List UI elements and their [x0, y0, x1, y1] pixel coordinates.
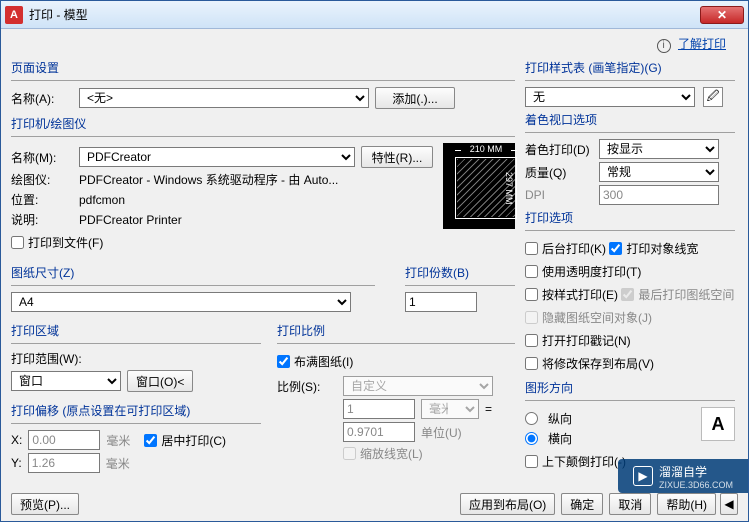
printer-props-button[interactable]: 特性(R)... — [361, 146, 433, 168]
plot-range-label: 打印范围(W): — [11, 350, 261, 367]
plotter-value: PDFCreator - Windows 系统驱动程序 - 由 Auto... — [79, 171, 338, 188]
close-button[interactable]: ✕ — [700, 6, 744, 24]
dpi-input — [599, 185, 719, 205]
where-value: pdfcmon — [79, 193, 125, 207]
offset-y-input — [28, 453, 100, 473]
page-setup-title: 页面设置 — [11, 59, 515, 76]
ok-button[interactable]: 确定 — [561, 493, 603, 515]
shaded-title: 着色视口选项 — [525, 111, 735, 128]
paper-size-select[interactable]: A4 — [11, 292, 351, 312]
paper-preview: 210 MM 297 MM — [443, 143, 515, 229]
copies-title: 打印份数(B) — [405, 264, 515, 281]
printer-name-label: 名称(M): — [11, 149, 73, 166]
add-page-setup-button[interactable]: 添加(.)... — [375, 87, 455, 109]
info-icon: i — [657, 39, 671, 53]
opt-paperspace-last-checkbox — [621, 288, 634, 301]
scale-lineweights-label: 缩放线宽(L) — [360, 445, 423, 462]
style-table-select[interactable]: 无 — [525, 87, 695, 107]
print-dialog: A 打印 - 模型 ✕ i 了解打印 页面设置 名称(A): <无> 添加(.)… — [0, 0, 749, 522]
help-button[interactable]: 帮助(H) — [657, 493, 716, 515]
quality-label: 质量(Q) — [525, 164, 593, 181]
orient-landscape-radio[interactable] — [525, 432, 538, 445]
scale-num-input — [343, 399, 415, 419]
page-name-label: 名称(A): — [11, 90, 73, 107]
opt-styles-checkbox[interactable] — [525, 288, 538, 301]
offset-x-label: X: — [11, 433, 22, 447]
window-title: 打印 - 模型 — [29, 6, 700, 23]
printer-title: 打印机/绘图仪 — [11, 115, 515, 132]
offset-title: 打印偏移 (原点设置在可打印区域) — [11, 402, 261, 419]
quality-select[interactable]: 常规 — [599, 162, 719, 182]
app-icon: A — [5, 6, 23, 24]
opt-hide-ps-objects-checkbox — [525, 311, 538, 324]
preview-width-label: 210 MM — [455, 144, 517, 154]
shade-plot-select[interactable]: 按显示 — [599, 139, 719, 159]
fit-to-paper-checkbox[interactable] — [277, 355, 290, 368]
scale-title: 打印比例 — [277, 322, 515, 339]
cancel-button[interactable]: 取消 — [609, 493, 651, 515]
offset-x-unit: 毫米 — [106, 432, 130, 449]
style-table-edit-button[interactable]: 🖉 — [703, 87, 723, 107]
print-to-file-checkbox[interactable] — [11, 236, 24, 249]
where-label: 位置: — [11, 191, 73, 208]
dpi-label: DPI — [525, 188, 593, 202]
page-name-select[interactable]: <无> — [79, 88, 369, 108]
orient-upside-checkbox[interactable] — [525, 455, 538, 468]
orient-portrait-radio[interactable] — [525, 412, 538, 425]
fit-to-paper-label: 布满图纸(I) — [294, 353, 353, 370]
opt-background-checkbox[interactable] — [525, 242, 538, 255]
opt-transparency-checkbox[interactable] — [525, 265, 538, 278]
expand-collapse-button[interactable]: ◀ — [720, 493, 738, 515]
desc-value: PDFCreator Printer — [79, 213, 182, 227]
equals-label: = — [485, 402, 492, 416]
desc-label: 说明: — [11, 211, 73, 228]
scale-lineweights-checkbox — [343, 447, 356, 460]
print-to-file-label: 打印到文件(F) — [28, 234, 103, 251]
window-pick-button[interactable]: 窗口(O)< — [127, 370, 193, 392]
preview-height-label: 297 MM — [502, 157, 514, 219]
printer-name-select[interactable]: PDFCreator — [79, 147, 355, 167]
preview-button[interactable]: 预览(P)... — [11, 493, 79, 515]
plot-range-select[interactable]: 窗口 — [11, 371, 121, 391]
center-plot-checkbox[interactable] — [144, 434, 157, 447]
offset-y-unit: 毫米 — [106, 455, 130, 472]
opt-save-layout-checkbox[interactable] — [525, 357, 538, 370]
apply-layout-button[interactable]: 应用到布局(O) — [460, 493, 555, 515]
scale-select: 自定义 — [343, 376, 493, 396]
scale-label: 比例(S): — [277, 378, 337, 395]
offset-x-input — [28, 430, 100, 450]
plotter-label: 绘图仪: — [11, 171, 73, 188]
orientation-icon: A — [701, 407, 735, 441]
watermark: ▶ 溜溜自学 ZIXUE.3D66.COM — [618, 459, 748, 493]
copies-input[interactable] — [405, 292, 477, 312]
plot-area-title: 打印区域 — [11, 322, 261, 339]
titlebar: A 打印 - 模型 ✕ — [1, 1, 748, 29]
play-icon: ▶ — [633, 466, 653, 486]
orientation-title: 图形方向 — [525, 379, 735, 396]
offset-y-label: Y: — [11, 456, 22, 470]
center-plot-label: 居中打印(C) — [161, 432, 226, 449]
opt-plot-stamp-checkbox[interactable] — [525, 334, 538, 347]
scale-den-unit: 单位(U) — [421, 424, 462, 441]
plot-options-title: 打印选项 — [525, 209, 735, 226]
opt-lineweights-checkbox[interactable] — [609, 242, 622, 255]
shade-plot-label: 着色打印(D) — [525, 141, 593, 158]
style-table-title: 打印样式表 (画笔指定)(G) — [525, 59, 735, 76]
scale-den-input — [343, 422, 415, 442]
paper-size-title: 图纸尺寸(Z) — [11, 264, 375, 281]
scale-num-unit: 毫米 — [421, 399, 479, 419]
learn-print-link[interactable]: 了解打印 — [678, 37, 726, 51]
